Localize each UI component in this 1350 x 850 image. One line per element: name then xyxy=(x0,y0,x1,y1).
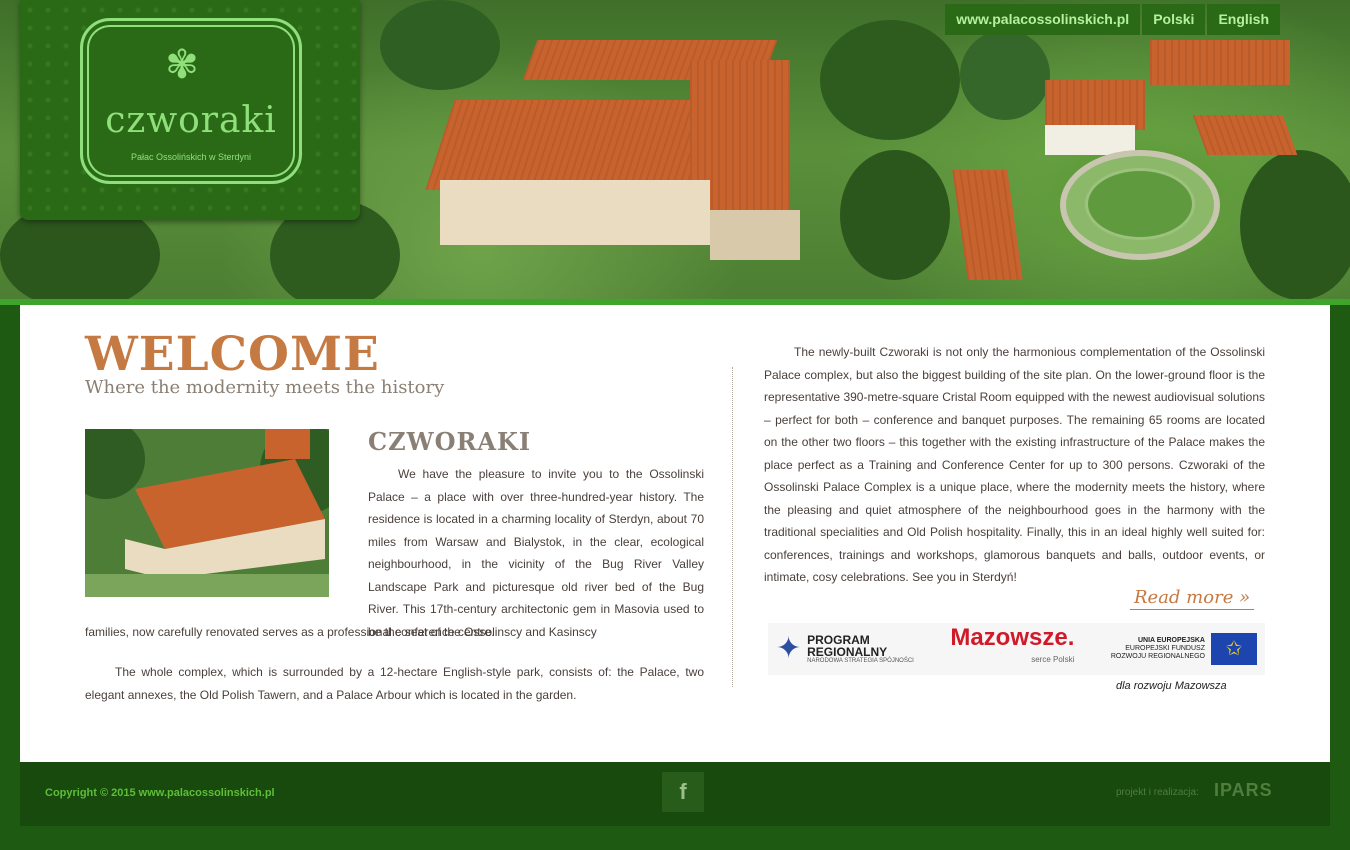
czworaki-photo xyxy=(85,429,329,597)
intro-paragraph-continued: families, now carefully renovated serves… xyxy=(85,625,495,639)
top-nav: www.palacossolinskich.pl Polski English xyxy=(945,4,1280,35)
eu-flag-icon: ✩ xyxy=(1210,633,1257,665)
logo-subtitle: Pałac Ossolińskich w Sterdyni xyxy=(130,152,252,162)
czworaki-building xyxy=(425,40,820,290)
mazowsze-sub: serce Polski xyxy=(1031,655,1075,664)
sponsor-caption: dla rozwoju Mazowsza xyxy=(1116,680,1227,692)
program-regionalny-logo[interactable]: ✦ PROGRAM REGIONALNY NARODOWA STRATEGIA … xyxy=(776,632,914,665)
realizacja-label: projekt i realizacja: xyxy=(1116,787,1199,798)
ornament-icon: ✾ xyxy=(165,42,199,88)
annex-roof xyxy=(1150,40,1290,85)
mazowsze-title: Mazowsze. xyxy=(950,624,1075,651)
czworaki-paragraph: The newly-built Czworaki is not only the… xyxy=(764,345,1265,584)
building-photo-drawing xyxy=(85,429,329,597)
read-more-link[interactable]: Read more » xyxy=(1130,587,1255,610)
agency-logo[interactable]: IPARS xyxy=(1214,780,1273,801)
tagline: Where the modernity meets the history xyxy=(85,377,445,398)
annex-roof xyxy=(1192,115,1298,155)
lang-polski-link[interactable]: Polski xyxy=(1142,4,1206,35)
copyright-text: Copyright © 2015 www.palacossolinskich.p… xyxy=(45,787,275,799)
welcome-title: WELCOME xyxy=(85,327,380,382)
facebook-icon[interactable]: f xyxy=(662,772,704,812)
mazowsze-logo[interactable]: Mazowsze. serce Polski xyxy=(950,624,1075,671)
logo-panel[interactable]: ✾ czworaki Pałac Ossolińskich w Sterdyni xyxy=(20,0,360,220)
program-line2: REGIONALNY xyxy=(807,645,888,659)
hero-banner: ✾ czworaki Pałac Ossolińskich w Sterdyni… xyxy=(0,0,1350,300)
eu-line3: ROZWOJU REGIONALNEGO xyxy=(1110,653,1205,660)
tree-decoration xyxy=(960,30,1050,120)
column-divider xyxy=(732,367,733,687)
footer: Copyright © 2015 www.palacossolinskich.p… xyxy=(20,762,1330,826)
program-sub: NARODOWA STRATEGIA SPÓJNOŚCI xyxy=(807,658,914,664)
building-wall xyxy=(710,210,800,260)
eu-title: UNIA EUROPEJSKA xyxy=(1137,637,1205,644)
palace-roof xyxy=(1045,80,1145,130)
star-icon: ✦ xyxy=(776,632,802,665)
website-link[interactable]: www.palacossolinskich.pl xyxy=(945,4,1141,35)
complex-paragraph: The whole complex, which is surrounded b… xyxy=(85,665,704,702)
lang-english-link[interactable]: English xyxy=(1207,4,1280,35)
eu-line2: EUROPEJSKI FUNDUSZ xyxy=(1125,645,1205,652)
intro-paragraph: We have the pleasure to invite you to th… xyxy=(368,467,704,639)
eu-logo[interactable]: UNIA EUROPEJSKA EUROPEJSKI FUNDUSZ ROZWO… xyxy=(1111,633,1257,665)
building-wall xyxy=(440,180,710,245)
logo-title: czworaki xyxy=(105,100,277,141)
section-title: CZWORAKI xyxy=(368,427,532,456)
annex-roof xyxy=(952,170,1023,280)
tree-decoration xyxy=(1240,150,1350,300)
garden-inner xyxy=(1085,168,1195,240)
main-content: WELCOME Where the modernity meets the hi… xyxy=(20,305,1330,762)
sponsor-logos: ✦ PROGRAM REGIONALNY NARODOWA STRATEGIA … xyxy=(768,623,1265,675)
tree-decoration xyxy=(820,20,960,140)
tree-decoration xyxy=(840,150,950,280)
